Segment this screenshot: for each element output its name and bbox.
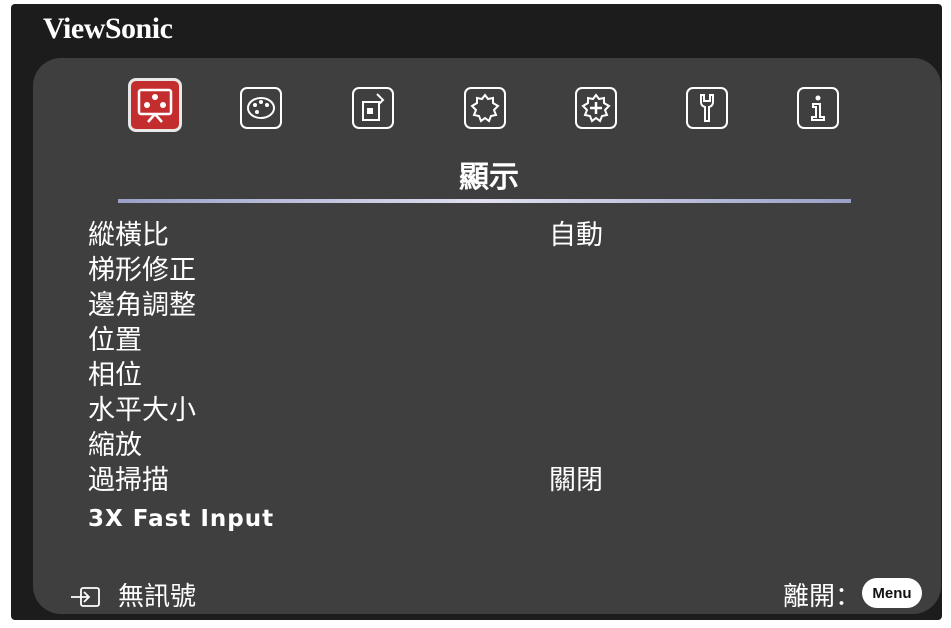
menu-item-value: 自動 [549, 220, 603, 251]
tab-basic[interactable] [463, 86, 507, 130]
menu-item-keystone[interactable]: 梯形修正 [88, 253, 908, 288]
display-icon [135, 85, 175, 125]
advanced-settings-icon [574, 86, 618, 130]
menu-item-label: 過掃描 [88, 465, 169, 496]
menu-item-label: 3X Fast Input [88, 506, 275, 532]
active-tab-title: 顯示 [459, 160, 519, 195]
menu-item-3x-fast-input[interactable]: 3X Fast Input [88, 502, 908, 537]
menu-item-position[interactable]: 位置 [88, 323, 908, 358]
picture-icon [239, 86, 283, 130]
menu-item-phase[interactable]: 相位 [88, 358, 908, 393]
osd-window: ViewSonic 顯示 縱橫比 自動 梯形修正 邊角調整 位置 相位 水平大小… [11, 4, 942, 620]
menu-item-label: 相位 [88, 360, 142, 391]
menu-item-zoom[interactable]: 縮放 [88, 428, 908, 463]
divider [118, 199, 851, 203]
signal-status: 無訊號 [118, 582, 197, 612]
menu-item-label: 梯形修正 [88, 255, 196, 286]
menu-item-label: 縱橫比 [88, 220, 169, 251]
menu-item-corner-adjust[interactable]: 邊角調整 [88, 288, 908, 323]
power-management-icon [351, 86, 395, 130]
input-source-icon [69, 586, 101, 608]
tab-power[interactable] [351, 86, 395, 130]
tab-information[interactable] [796, 86, 840, 130]
menu-item-value: 關閉 [549, 465, 603, 496]
menu-item-label: 縮放 [88, 430, 142, 461]
tab-advanced[interactable] [574, 86, 618, 130]
tab-picture[interactable] [239, 86, 283, 130]
osd-panel: 顯示 縱橫比 自動 梯形修正 邊角調整 位置 相位 水平大小 縮放 過掃描 關閉… [33, 58, 941, 614]
menu-item-h-size[interactable]: 水平大小 [88, 393, 908, 428]
system-icon [685, 86, 729, 130]
menu-key-button[interactable]: Menu [862, 578, 922, 608]
menu-item-label: 位置 [88, 325, 142, 356]
exit-label: 離開： [783, 582, 862, 612]
information-icon [796, 86, 840, 130]
tab-bar [33, 78, 941, 148]
tab-display[interactable] [128, 78, 182, 132]
tab-system[interactable] [685, 86, 729, 130]
menu-item-aspect-ratio[interactable]: 縱橫比 自動 [88, 218, 908, 253]
menu-item-overscan[interactable]: 過掃描 關閉 [88, 463, 908, 498]
menu-item-label: 邊角調整 [88, 290, 196, 321]
basic-settings-icon [463, 86, 507, 130]
brand-logo: ViewSonic [43, 12, 173, 45]
menu-item-label: 水平大小 [88, 395, 196, 426]
menu-list: 縱橫比 自動 梯形修正 邊角調整 位置 相位 水平大小 縮放 過掃描 關閉 3X… [88, 218, 908, 537]
